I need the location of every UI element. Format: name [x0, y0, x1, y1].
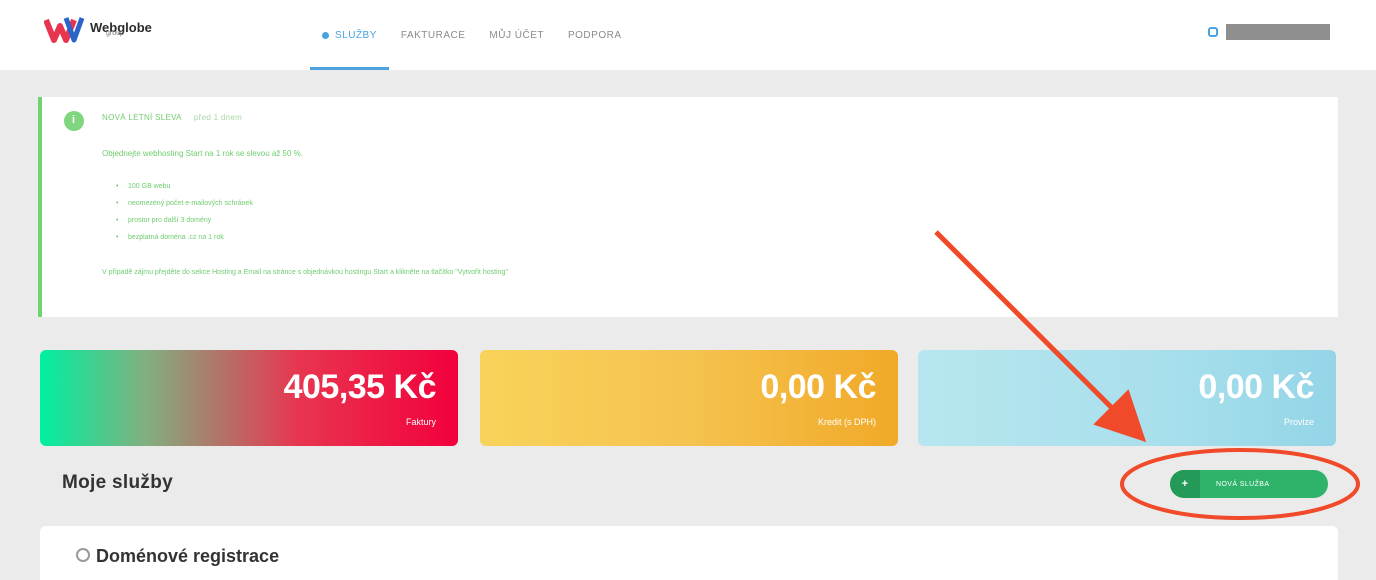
main-nav: SLUŽBY FAKTURACE MŮJ ÚČET PODPORA	[310, 0, 634, 70]
nav-item-services[interactable]: SLUŽBY	[310, 0, 389, 70]
brand-sub: group	[106, 30, 124, 37]
nav-item-label: SLUŽBY	[335, 29, 377, 41]
notice-title-text: NOVÁ LETNÍ SLEVA	[102, 113, 182, 122]
credit-card[interactable]: 0,00 Kč Kredit (s DPH)	[480, 350, 898, 446]
new-service-button[interactable]: + NOVÁ SLUŽBA	[1170, 470, 1328, 498]
nav-item-account[interactable]: MŮJ ÚČET	[477, 0, 556, 70]
account-name-redacted	[1226, 24, 1330, 40]
notice-date: před 1 dnem	[193, 113, 243, 122]
nav-item-billing[interactable]: FAKTURACE	[389, 0, 478, 70]
list-item: bezplatná doména .cz na 1 rok	[116, 234, 253, 251]
top-bar: Webglobe group SLUŽBY FAKTURACE MŮJ ÚČET…	[0, 0, 1376, 70]
credit-label: Kredit (s DPH)	[817, 417, 876, 427]
nav-item-label: FAKTURACE	[400, 29, 466, 41]
commission-card[interactable]: 0,00 Kč Provize	[918, 350, 1336, 446]
new-service-label: NOVÁ SLUŽBA	[1216, 480, 1270, 488]
notice-title: NOVÁ LETNÍ SLEVA před 1 dnem	[102, 113, 242, 122]
panel-title: Doménové registrace	[96, 546, 280, 566]
info-shield-icon	[64, 111, 84, 131]
notice-lead: Objednejte webhosting Start na 1 rok se …	[102, 149, 304, 158]
credit-amount: 0,00 Kč	[760, 368, 876, 406]
plus-icon: +	[1170, 470, 1200, 498]
commission-amount: 0,00 Kč	[1198, 368, 1314, 406]
brand-logo[interactable]: Webglobe	[44, 14, 152, 48]
commission-label: Provize	[1283, 417, 1314, 427]
notice-footer: V případě zájmu přejděte do sekce Hostin…	[102, 269, 508, 276]
webglobe-logo-icon	[44, 17, 85, 43]
promo-notice: NOVÁ LETNÍ SLEVA před 1 dnem Objednejte …	[38, 97, 1338, 317]
nav-item-label: MŮJ ÚČET	[489, 29, 544, 41]
account-menu[interactable]	[1208, 24, 1330, 40]
list-item: neomezený počet e-mailových schránek	[116, 200, 253, 217]
invoices-amount: 405,35 Kč	[283, 368, 437, 406]
services-icon	[322, 31, 329, 39]
section-title: Moje služby	[62, 472, 173, 493]
nav-item-support[interactable]: PODPORA	[556, 0, 634, 70]
domain-registrations-panel: Doménové registrace	[40, 526, 1338, 580]
user-icon	[1208, 27, 1218, 37]
list-item: 100 GB webu	[116, 183, 253, 200]
globe-icon	[76, 548, 90, 562]
list-item: prostor pro další 3 domény	[116, 217, 253, 234]
notice-list: 100 GB webu neomezený počet e-mailových …	[116, 183, 253, 251]
nav-item-label: PODPORA	[567, 29, 622, 41]
invoices-card[interactable]: 405,35 Kč Faktury	[40, 350, 458, 446]
invoices-label: Faktury	[405, 417, 436, 427]
